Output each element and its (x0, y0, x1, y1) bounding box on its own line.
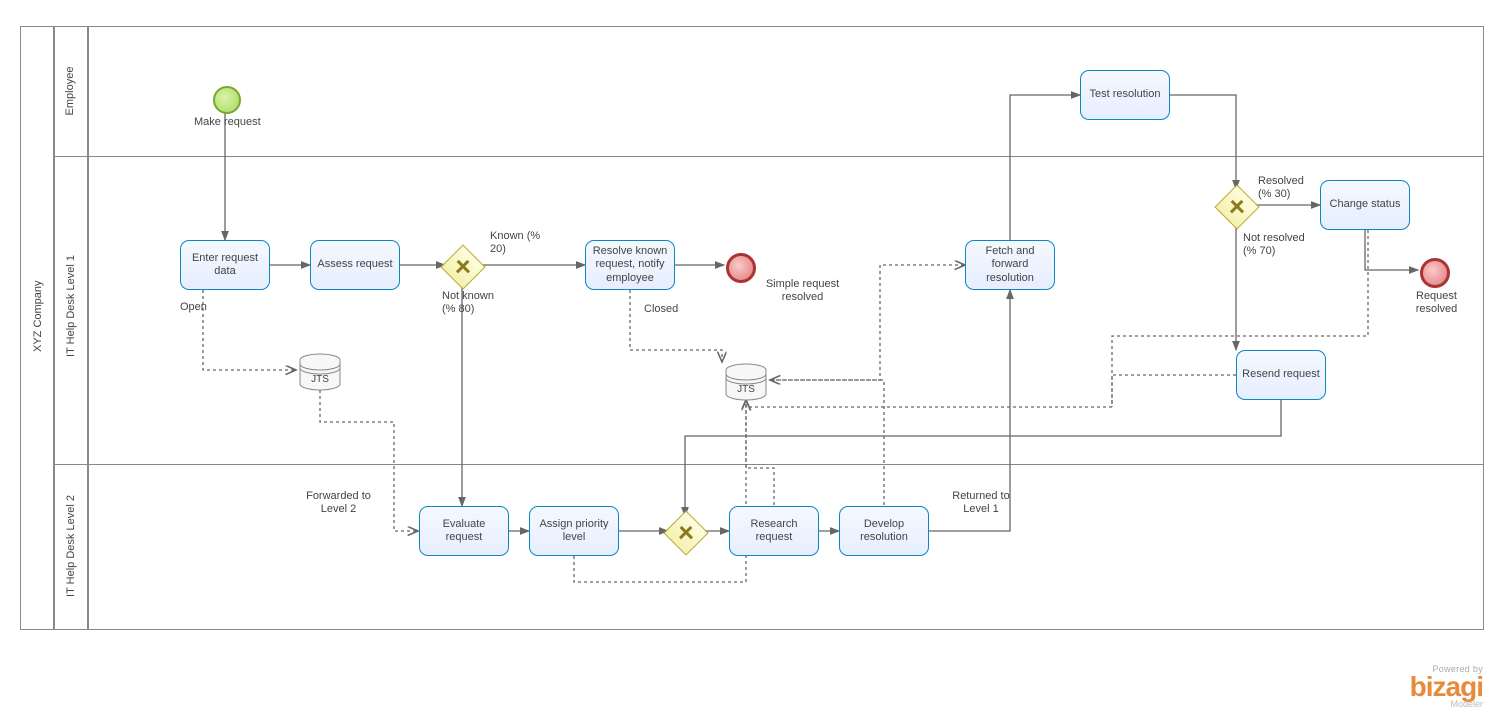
task-change-status: Change status (1320, 180, 1410, 230)
task-resend-request: Resend request (1236, 350, 1326, 400)
task-label: Enter request data (184, 252, 266, 278)
flow-label-closed: Closed (644, 303, 678, 315)
end-event-simple-label: Simple request resolved (760, 278, 845, 304)
task-evaluate-request: Evaluate request (419, 506, 509, 556)
task-resolve-known: Resolve known request, notify employee (585, 240, 675, 290)
task-label: Develop resolution (843, 518, 925, 544)
lane-label-level1: IT Help Desk Level 1 (65, 251, 77, 361)
lane-label-employee: Employee (64, 61, 76, 121)
flow-label-returned: Returned to Level 1 (946, 490, 1016, 516)
gateway-label-known: Known (% 20) (490, 230, 545, 256)
task-label: Assign priority level (533, 518, 615, 544)
task-label: Resolve known request, notify employee (589, 245, 671, 285)
task-label: Resend request (1242, 368, 1320, 381)
end-event-simple (726, 253, 756, 283)
task-assign-priority: Assign priority level (529, 506, 619, 556)
bpmn-canvas: XYZ Company Employee IT Help Desk Level … (0, 0, 1501, 715)
task-label: Evaluate request (423, 518, 505, 544)
pool-title: XYZ Company (32, 292, 44, 352)
lane-divider-2 (54, 464, 1484, 465)
start-event-label: Make request (194, 116, 261, 128)
branding-name: bizagi (1410, 674, 1483, 699)
lane-label-level2: IT Help Desk Level 2 (65, 491, 77, 601)
datastore-label: JTS (298, 374, 342, 385)
task-label: Change status (1330, 198, 1401, 211)
task-assess-request: Assess request (310, 240, 400, 290)
task-label: Assess request (317, 258, 392, 271)
start-event (213, 86, 241, 114)
task-enter-request: Enter request data (180, 240, 270, 290)
task-label: Test resolution (1090, 88, 1161, 101)
datastore-jts-2: JTS (724, 362, 768, 402)
task-develop-resolution: Develop resolution (839, 506, 929, 556)
lane-divider-1 (54, 156, 1484, 157)
end-event-resolved-label: Request resolved (1409, 290, 1464, 316)
gateway-label-notresolved: Not resolved (% 70) (1243, 232, 1318, 258)
task-test-resolution: Test resolution (1080, 70, 1170, 120)
task-fetch-forward: Fetch and forward resolution (965, 240, 1055, 290)
flow-label-forwarded: Forwarded to Level 2 (301, 490, 376, 516)
flow-label-open: Open (180, 301, 207, 313)
datastore-jts-1: JTS (298, 352, 342, 392)
datastore-label: JTS (724, 384, 768, 395)
gateway-label-resolved: Resolved (% 30) (1258, 175, 1318, 201)
task-research-request: Research request (729, 506, 819, 556)
branding-logo: Powered by bizagi Modeler (1410, 664, 1483, 709)
task-label: Research request (733, 518, 815, 544)
end-event-resolved (1420, 258, 1450, 288)
gateway-label-notknown: Not known (% 80) (442, 290, 507, 316)
task-label: Fetch and forward resolution (969, 245, 1051, 285)
